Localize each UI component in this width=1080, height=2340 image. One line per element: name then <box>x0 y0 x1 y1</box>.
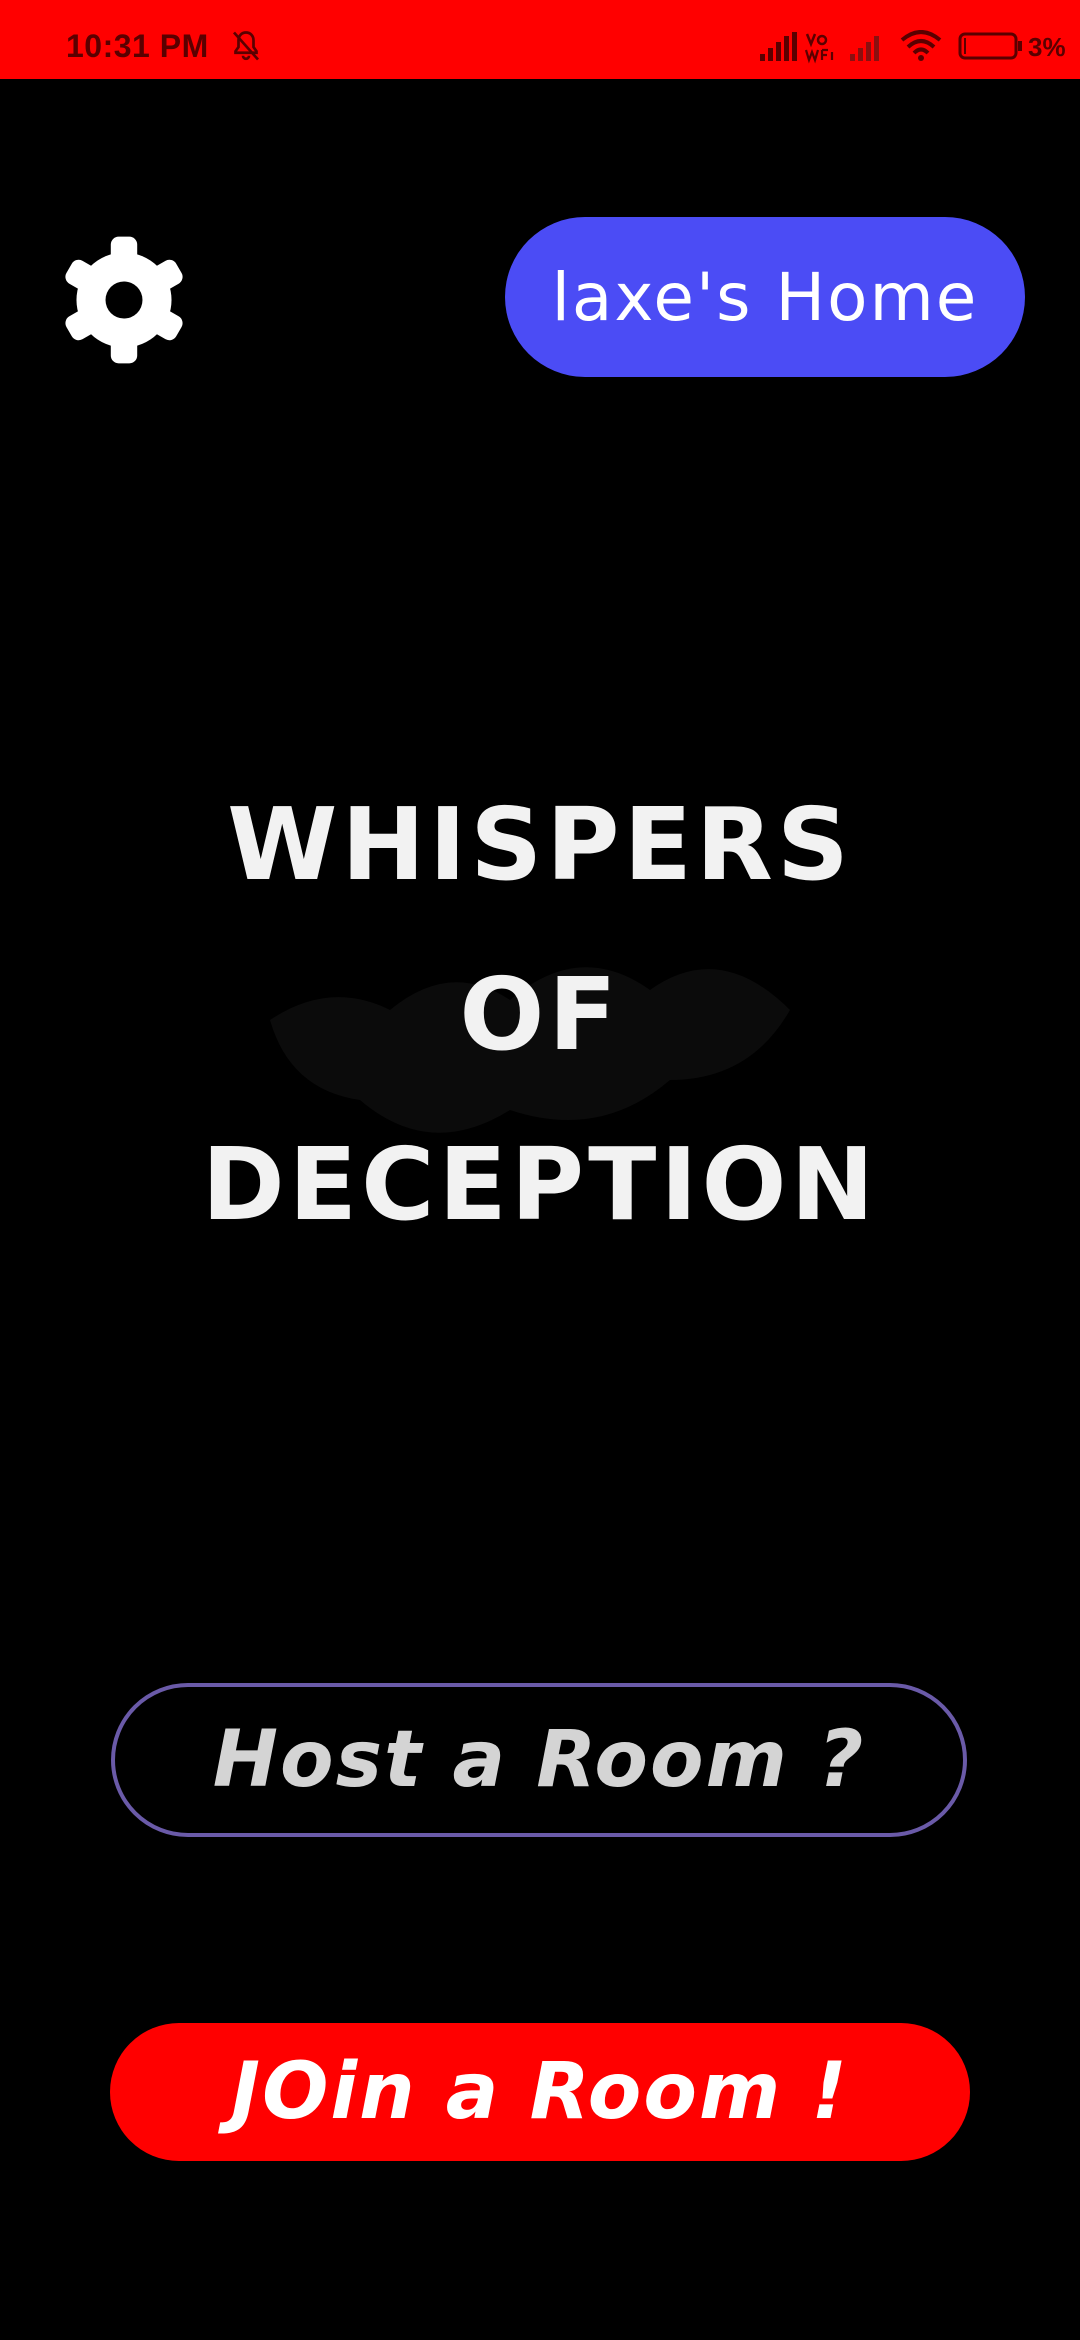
notifications-muted-icon <box>232 31 260 61</box>
title-line-2: OF <box>459 956 621 1073</box>
status-bar: 10:31 PM 3% <box>0 0 1080 79</box>
vowifi-icon <box>804 33 834 64</box>
home-label: laxe's Home <box>551 258 979 336</box>
game-title: WHISPERS OF DECEPTION <box>0 760 1080 1270</box>
gear-icon[interactable] <box>58 234 190 366</box>
title-line-3: DECEPTION <box>201 1126 879 1243</box>
cell-signal-icon <box>850 36 879 61</box>
host-room-label: Host a Room ? <box>212 1715 866 1805</box>
cell-signal-icon <box>760 32 797 61</box>
title-line-1: WHISPERS <box>227 786 853 903</box>
status-time: 10:31 PM <box>66 28 209 64</box>
join-room-button[interactable]: JOin a Room ! <box>110 2023 970 2161</box>
battery-percent: 3% <box>1028 32 1066 62</box>
battery-icon <box>958 32 1022 60</box>
join-room-label: JOin a Room ! <box>231 2047 849 2137</box>
host-room-button[interactable]: Host a Room ? <box>111 1683 967 1837</box>
app-screen: 10:31 PM 3% laxe's Home WHISPERS OF DECE… <box>0 0 1080 2340</box>
home-button[interactable]: laxe's Home <box>505 217 1025 377</box>
wifi-icon <box>900 30 942 61</box>
